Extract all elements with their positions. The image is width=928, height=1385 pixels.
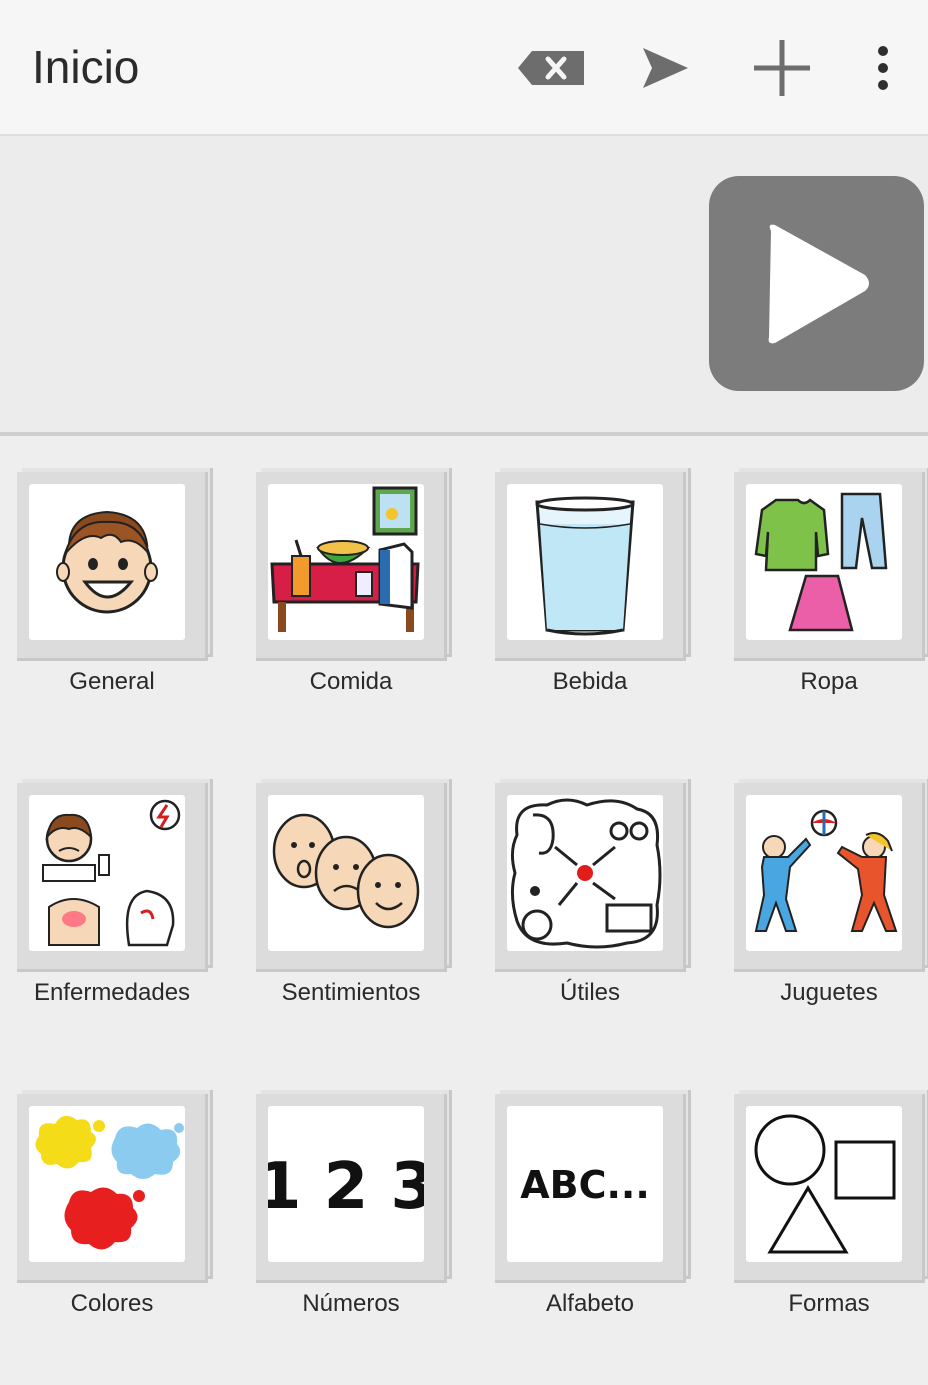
food-table-icon (268, 484, 424, 640)
add-button[interactable] (745, 30, 819, 106)
play-icon (768, 224, 869, 343)
category-label: Colores (70, 1290, 154, 1317)
category-label: Enfermedades (33, 979, 191, 1006)
page-title: Inicio (32, 41, 140, 93)
shapes-icon (746, 1106, 902, 1262)
feeling-faces-icon (268, 795, 424, 951)
letters-icon: ABC... (507, 1106, 663, 1262)
category-label: Ropa (800, 668, 858, 695)
category-label: General (69, 668, 155, 695)
play-button[interactable] (709, 176, 924, 391)
category-label: Útiles (559, 979, 620, 1006)
send-button[interactable] (630, 30, 700, 106)
category-label: Alfabeto (545, 1290, 635, 1317)
overflow-menu-button[interactable] (858, 30, 908, 106)
clothes-icon (746, 484, 902, 640)
category-label: Bebida (552, 668, 628, 695)
category-label: Sentimientos (281, 979, 421, 1006)
kids-playing-ball-icon (746, 795, 902, 951)
send-icon (643, 48, 688, 88)
numbers-icon: 1 2 3 (268, 1106, 424, 1262)
app-bar: Inicio (0, 0, 928, 136)
backspace-icon (518, 51, 584, 85)
water-glass-icon (507, 484, 663, 640)
plus-icon (754, 40, 810, 96)
category-label: Juguetes (780, 979, 878, 1006)
more-vert-icon (878, 46, 888, 90)
backspace-button[interactable] (510, 30, 592, 106)
category-grid: General Comida Bebida Ropa Enfermedades … (0, 436, 928, 1385)
aids-devices-icon (507, 795, 663, 951)
boy-face-icon (29, 484, 185, 640)
paint-splashes-icon (29, 1106, 185, 1262)
category-label: Comida (309, 668, 393, 695)
alphabet-text: ABC... (520, 1163, 650, 1207)
sick-person-icon (29, 795, 185, 951)
category-label: Números (302, 1290, 400, 1317)
numbers-text: 1 2 3 (268, 1150, 424, 1224)
category-label: Formas (788, 1290, 870, 1317)
